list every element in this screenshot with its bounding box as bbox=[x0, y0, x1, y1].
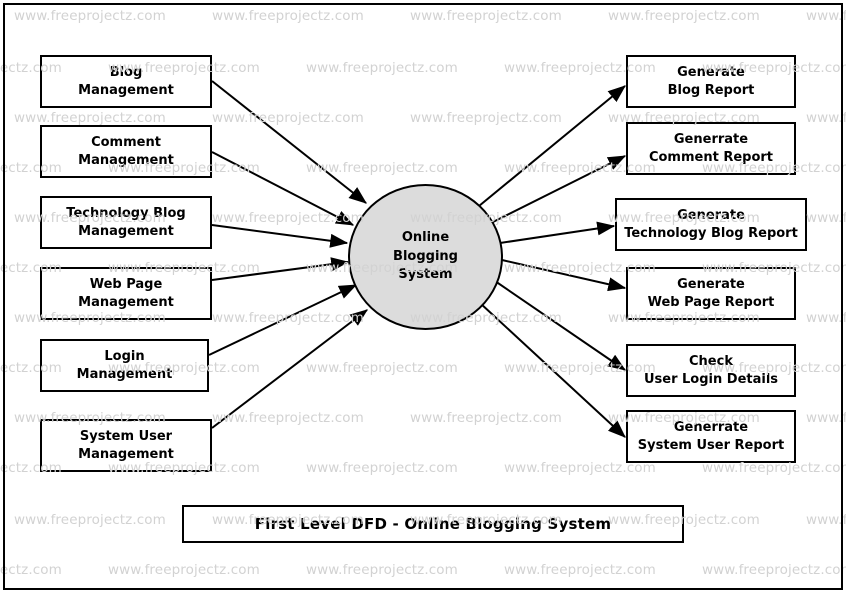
flow-generate-comment-report bbox=[488, 155, 627, 225]
flow-web-page-management bbox=[211, 257, 350, 281]
entity-label: Blog Management bbox=[78, 65, 174, 98]
process-label: Generrate System User Report bbox=[637, 420, 785, 453]
entity-label: System User Management bbox=[78, 429, 174, 462]
flow-technology-blog-management bbox=[211, 224, 349, 248]
flow-generate-web-page-report bbox=[501, 259, 627, 292]
entity-label: Technology Blog Management bbox=[66, 206, 186, 239]
process-label: Generrate Comment Report bbox=[648, 132, 774, 165]
flow-comment-management bbox=[211, 151, 355, 226]
process-label: Generate Technology Blog Report bbox=[624, 208, 798, 241]
entity-login-management[interactable]: Login Management bbox=[40, 339, 209, 392]
diagram-title: First Level DFD - Online Blogging System bbox=[254, 515, 612, 533]
process-label: Check User Login Details bbox=[643, 354, 779, 387]
entity-web-page-management[interactable]: Web Page Management bbox=[40, 267, 212, 320]
process-generate-web-page-report[interactable]: Generate Web Page Report bbox=[626, 267, 796, 320]
flow-system-user-management bbox=[211, 309, 368, 429]
process-label: Generate Web Page Report bbox=[647, 277, 775, 310]
entity-label: Comment Management bbox=[78, 135, 174, 168]
dfd-canvas: Online Blogging System Blog Management C… bbox=[0, 0, 846, 593]
flow-login-management bbox=[208, 284, 358, 356]
process-label: Online Blogging System bbox=[393, 229, 458, 283]
flow-check-user-login-details bbox=[494, 280, 626, 371]
process-generate-technology-blog-report[interactable]: Generate Technology Blog Report bbox=[615, 198, 807, 251]
entity-technology-blog-management[interactable]: Technology Blog Management bbox=[40, 196, 212, 249]
entity-system-user-management[interactable]: System User Management bbox=[40, 419, 212, 472]
diagram-title-box: First Level DFD - Online Blogging System bbox=[182, 505, 684, 543]
process-check-user-login-details[interactable]: Check User Login Details bbox=[626, 344, 796, 397]
process-generate-blog-report[interactable]: Generate Blog Report bbox=[626, 55, 796, 108]
process-generate-comment-report[interactable]: Generrate Comment Report bbox=[626, 122, 796, 175]
flow-generate-blog-report bbox=[478, 85, 626, 207]
entity-blog-management[interactable]: Blog Management bbox=[40, 55, 212, 108]
flow-blog-management bbox=[211, 80, 367, 204]
flow-generate-technology-blog-report bbox=[499, 221, 616, 244]
entity-comment-management[interactable]: Comment Management bbox=[40, 125, 212, 178]
process-generate-system-user-report[interactable]: Generrate System User Report bbox=[626, 410, 796, 463]
entity-label: Web Page Management bbox=[78, 277, 174, 310]
process-label: Generate Blog Report bbox=[667, 65, 755, 98]
input-flow-group bbox=[208, 80, 368, 429]
flow-generate-system-user-report bbox=[479, 302, 626, 438]
entity-label: Login Management bbox=[76, 349, 173, 382]
process-online-blogging-system[interactable]: Online Blogging System bbox=[348, 184, 503, 330]
